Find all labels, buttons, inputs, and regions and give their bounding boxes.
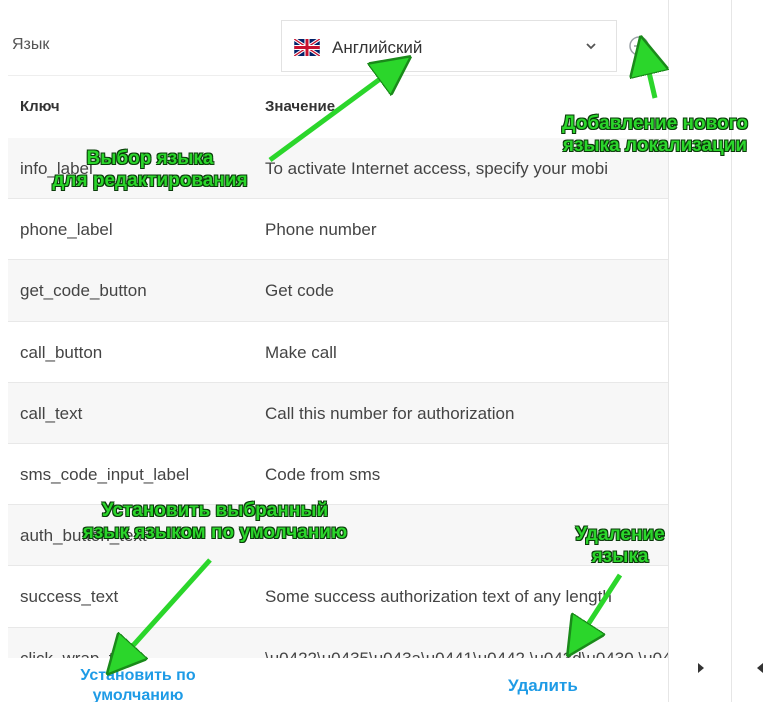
cell-value[interactable]: To activate Internet access, specify you… — [265, 159, 608, 179]
footer-bar: Установить по умолчанию Удалить — [8, 658, 668, 702]
table-row[interactable]: phone_label Phone number — [8, 199, 668, 261]
cell-key: call_text — [20, 403, 83, 423]
header-key: Ключ — [20, 98, 60, 115]
language-label: Язык — [12, 36, 50, 53]
cell-value[interactable]: Some success authorization text of any l… — [265, 587, 612, 607]
table-row[interactable]: get_code_button Get code — [8, 260, 668, 322]
add-language-icon[interactable] — [627, 34, 651, 58]
cell-value[interactable]: Make call — [265, 343, 337, 363]
header-value: Значение — [265, 98, 336, 115]
cell-value[interactable]: Get code — [265, 281, 334, 301]
annotation-delete: Удаление языка — [575, 524, 665, 567]
cell-key: phone_label — [20, 220, 113, 240]
side-column — [668, 0, 731, 702]
annotation-set-default: Установить выбранный язык языком по умол… — [82, 500, 348, 543]
table-row[interactable]: call_text Call this number for authorizat… — [8, 382, 668, 444]
cell-value[interactable]: Code from sms — [265, 465, 380, 485]
caret-right-icon[interactable] — [691, 658, 711, 678]
language-row: Язык Английский — [8, 14, 668, 76]
delete-button[interactable]: Удалить — [508, 676, 578, 696]
table-row[interactable]: call_button Make call — [8, 321, 668, 383]
side-column-2 — [731, 0, 783, 702]
uk-flag-icon — [294, 39, 320, 56]
cell-value[interactable]: Phone number — [265, 220, 377, 240]
set-default-button[interactable]: Установить по умолчанию — [38, 666, 238, 702]
cell-key: success_text — [20, 587, 119, 607]
table-body: info_label To activate Internet access, s… — [8, 138, 668, 689]
annotation-select-language: Выбор языка для редактирования — [52, 148, 248, 191]
chevron-down-icon — [586, 43, 596, 50]
table-row[interactable]: success_text Some success authorization t… — [8, 566, 668, 628]
caret-left-icon[interactable] — [750, 658, 770, 678]
table-row[interactable]: sms_code_input_label Code from sms — [8, 443, 668, 506]
cell-value[interactable]: Call this number for authorization — [265, 404, 514, 424]
selected-language: Английский — [332, 38, 423, 57]
language-select[interactable]: Английский — [281, 20, 617, 72]
cell-key: call_button — [20, 342, 103, 362]
cell-key: sms_code_input_label — [20, 464, 190, 484]
cell-key: get_code_button — [20, 281, 147, 301]
annotation-add-language: Добавление нового языка локализации — [562, 113, 748, 156]
